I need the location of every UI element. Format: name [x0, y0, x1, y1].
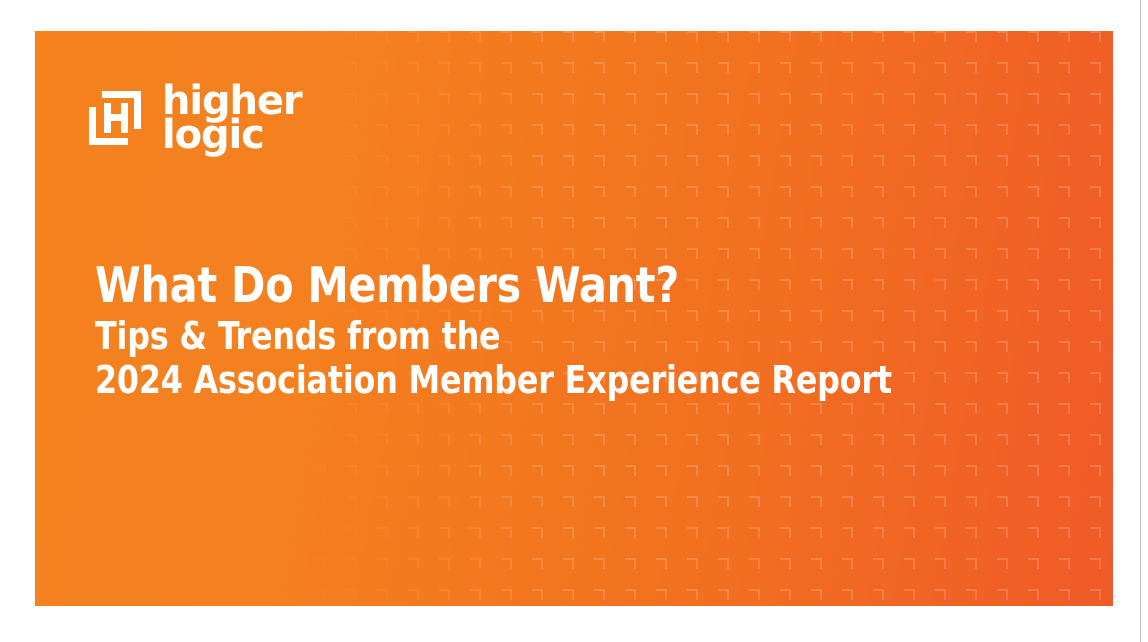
title-text-block: What Do Members Want? Tips & Trends from… — [95, 261, 1055, 402]
title-slide: higher logic What Do Members Want? Tips … — [35, 31, 1113, 606]
page-edge-divider — [1140, 0, 1141, 642]
higher-logic-logo[interactable]: higher logic — [87, 81, 303, 159]
wordmark-line-logic: logic — [162, 112, 265, 159]
headline-secondary-line2: 2024 Association Member Experience Repor… — [95, 358, 892, 403]
headline-primary: What Do Members Want? — [95, 257, 680, 314]
higher-logic-wordmark: higher logic — [162, 81, 303, 159]
headline-secondary-line1: Tips & Trends from the — [95, 314, 501, 358]
higher-logic-mark-icon — [89, 90, 141, 145]
